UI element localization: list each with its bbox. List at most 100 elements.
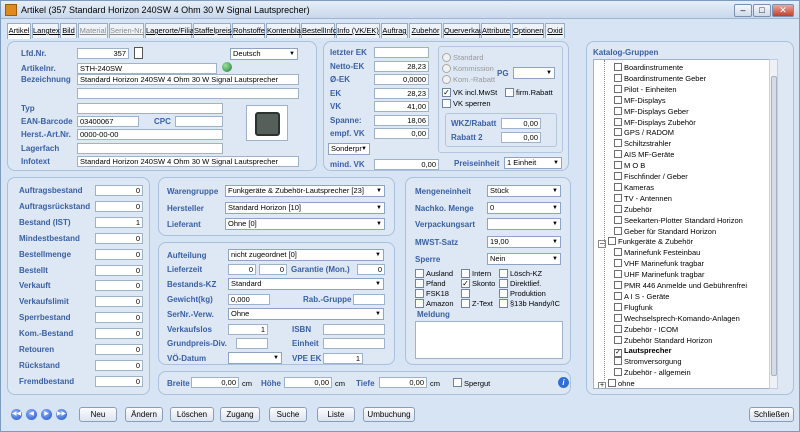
infotext-field[interactable]: Standard Horizon 240SW 4 Ohm 30 W Signal… — [77, 156, 299, 167]
catalog-checkbox[interactable] — [614, 106, 622, 115]
stock-value[interactable]: 0 — [95, 328, 143, 340]
catalog-checkbox[interactable] — [614, 150, 622, 159]
flag-checkbox[interactable] — [499, 279, 508, 288]
catalog-item[interactable]: Kameras — [614, 182, 654, 193]
stock-value[interactable]: 1 — [95, 216, 143, 228]
stock-value[interactable]: 0 — [95, 280, 143, 292]
verpackung-select[interactable] — [487, 218, 561, 230]
einheit-field[interactable] — [323, 338, 385, 349]
minimize-button[interactable]: – — [734, 4, 752, 17]
rabgruppe-field[interactable] — [353, 294, 385, 305]
catalog-item[interactable]: Wechselsprech-Komando-Anlagen — [614, 313, 740, 324]
tab-rohstoffe[interactable]: Rohstoffe — [232, 23, 265, 38]
edit-button[interactable]: Ändern — [125, 407, 163, 422]
d-ek-field[interactable]: 0,0000 — [374, 74, 429, 85]
tab-querverkauf[interactable]: Querverkauf — [443, 23, 485, 38]
zugang-button[interactable]: Zugang — [220, 407, 260, 422]
cpc-field[interactable] — [175, 116, 223, 127]
radio-kom-rabatt[interactable] — [442, 75, 451, 84]
lieferant-select[interactable]: Ohne [0] — [225, 218, 385, 230]
catalog-checkbox[interactable] — [614, 226, 622, 235]
tab-attribute[interactable]: Attribute — [481, 23, 511, 38]
first-record-icon[interactable]: ◀◀ — [11, 409, 22, 420]
catalog-checkbox[interactable] — [614, 291, 622, 300]
catalog-checkbox[interactable] — [614, 139, 622, 148]
catalog-item[interactable]: MF-Displays Geber — [614, 106, 689, 117]
bezeichnung-field[interactable]: Standard Horizon 240SW 4 Ohm 30 W Signal… — [77, 74, 299, 85]
globe-icon[interactable] — [222, 62, 232, 72]
catalog-checkbox[interactable] — [614, 182, 622, 191]
catalog-item[interactable]: PMR 446 Anmelde und Gebührenfrei — [614, 281, 747, 291]
vodatum-select[interactable] — [228, 352, 282, 364]
catalog-item[interactable]: Boardinstrumente — [614, 63, 683, 73]
stock-value[interactable]: 0 — [95, 264, 143, 276]
lfdnr-field[interactable]: 357 — [77, 48, 129, 59]
catalog-item[interactable]: Zubehör Standard Horizon — [614, 335, 712, 346]
catalog-item[interactable]: VHF Marinefunk tragbar — [614, 259, 704, 269]
catalog-checkbox[interactable] — [614, 302, 622, 311]
flag-checkbox[interactable] — [415, 289, 424, 298]
verkaufslos-field[interactable]: 1 — [228, 324, 268, 335]
catalog-item[interactable]: M O B — [614, 161, 645, 171]
flag-checkbox[interactable] — [461, 269, 470, 278]
breite-field[interactable]: 0,00 — [191, 377, 239, 388]
new-button[interactable]: Neu — [79, 407, 117, 422]
pg-select[interactable] — [513, 67, 555, 79]
bezeichnung2-field[interactable] — [77, 88, 299, 99]
tab-zubeh-r[interactable]: Zubehör — [409, 23, 442, 38]
catalog-checkbox[interactable] — [614, 335, 622, 344]
ek-field[interactable]: 28,23 — [374, 88, 429, 99]
mwst-select[interactable]: 19,00 — [487, 236, 561, 248]
flag-checkbox[interactable]: ✓ — [461, 279, 470, 288]
catalog-item[interactable]: Zubehör — [614, 204, 652, 215]
catalog-item[interactable]: TV - Antennen — [614, 193, 672, 204]
warengruppe-select[interactable]: Funkgeräte & Zubehör-Lautsprecher [23] — [225, 185, 385, 197]
catalog-item[interactable]: AIS MF-Geräte — [614, 150, 674, 160]
catalog-checkbox[interactable] — [614, 324, 622, 333]
catalog-checkbox[interactable] — [608, 379, 616, 388]
catalog-checkbox[interactable] — [614, 313, 622, 322]
catalog-item[interactable]: + ohne — [598, 379, 635, 388]
tab-optionen[interactable]: Optionen — [512, 23, 544, 38]
tab-lagerorte-filialen[interactable]: Lagerorte/Filialen — [145, 23, 204, 38]
catalog-checkbox[interactable] — [614, 63, 622, 71]
spanne-field[interactable]: 18,06 — [374, 115, 429, 126]
tiefe-field[interactable]: 0,00 — [379, 377, 427, 388]
search-button[interactable]: Suche — [269, 407, 307, 422]
catalog-checkbox[interactable] — [614, 248, 622, 257]
catalog-checkbox[interactable] — [614, 281, 622, 289]
ean-field[interactable]: 03400067 — [77, 116, 139, 127]
tab-info-vk-ek[interactable]: Info (VK/EK) — [336, 23, 380, 38]
language-select[interactable]: Deutsch — [230, 48, 298, 60]
stock-value[interactable]: 0 — [95, 296, 143, 308]
stock-value[interactable]: 0 — [95, 344, 143, 355]
tab-bestellinfo[interactable]: BestellInfo — [301, 23, 337, 38]
netto-ek-field[interactable]: 28,23 — [374, 61, 429, 72]
tab-serien-nr[interactable]: Serien-Nr. — [109, 23, 144, 38]
catalog-item[interactable]: Zubehör - allgemein — [614, 368, 691, 378]
typ-field[interactable] — [77, 103, 223, 114]
catalog-checkbox[interactable] — [614, 128, 622, 137]
gewicht-field[interactable]: 0,000 — [228, 294, 270, 305]
grundpreis-field[interactable] — [236, 338, 268, 349]
stock-value[interactable]: 0 — [95, 232, 143, 244]
catalog-item[interactable]: Geber für Standard Horizon — [614, 226, 716, 237]
catalog-checkbox[interactable] — [614, 161, 622, 170]
catalog-item[interactable]: Schiltzstrahler — [614, 139, 671, 149]
catalog-checkbox[interactable] — [614, 193, 622, 202]
firm-rabatt-checkbox[interactable] — [505, 88, 514, 97]
catalog-checkbox[interactable] — [614, 215, 622, 224]
herst-field[interactable]: 0000-00-00 — [77, 129, 223, 140]
flag-checkbox[interactable] — [461, 299, 470, 308]
tab-artikel[interactable]: Artikel — [7, 23, 31, 39]
catalog-item[interactable]: A I S - Geräte — [614, 291, 669, 302]
tab-langtext[interactable]: Langtext — [32, 23, 62, 38]
mengeneinheit-select[interactable]: Stück — [487, 185, 561, 197]
artikelnr-field[interactable]: STH-240SW — [77, 63, 217, 74]
tab-staffelpreise[interactable]: Staffelpreise — [193, 23, 236, 38]
catalog-checkbox[interactable] — [614, 357, 622, 366]
last-record-icon[interactable]: ▶▶ — [56, 409, 67, 420]
catalog-item[interactable]: – Funkgeräte & Zubehör — [598, 237, 693, 249]
stock-value[interactable]: 0 — [95, 359, 143, 371]
rabatt2-field[interactable]: 0,00 — [501, 132, 541, 143]
